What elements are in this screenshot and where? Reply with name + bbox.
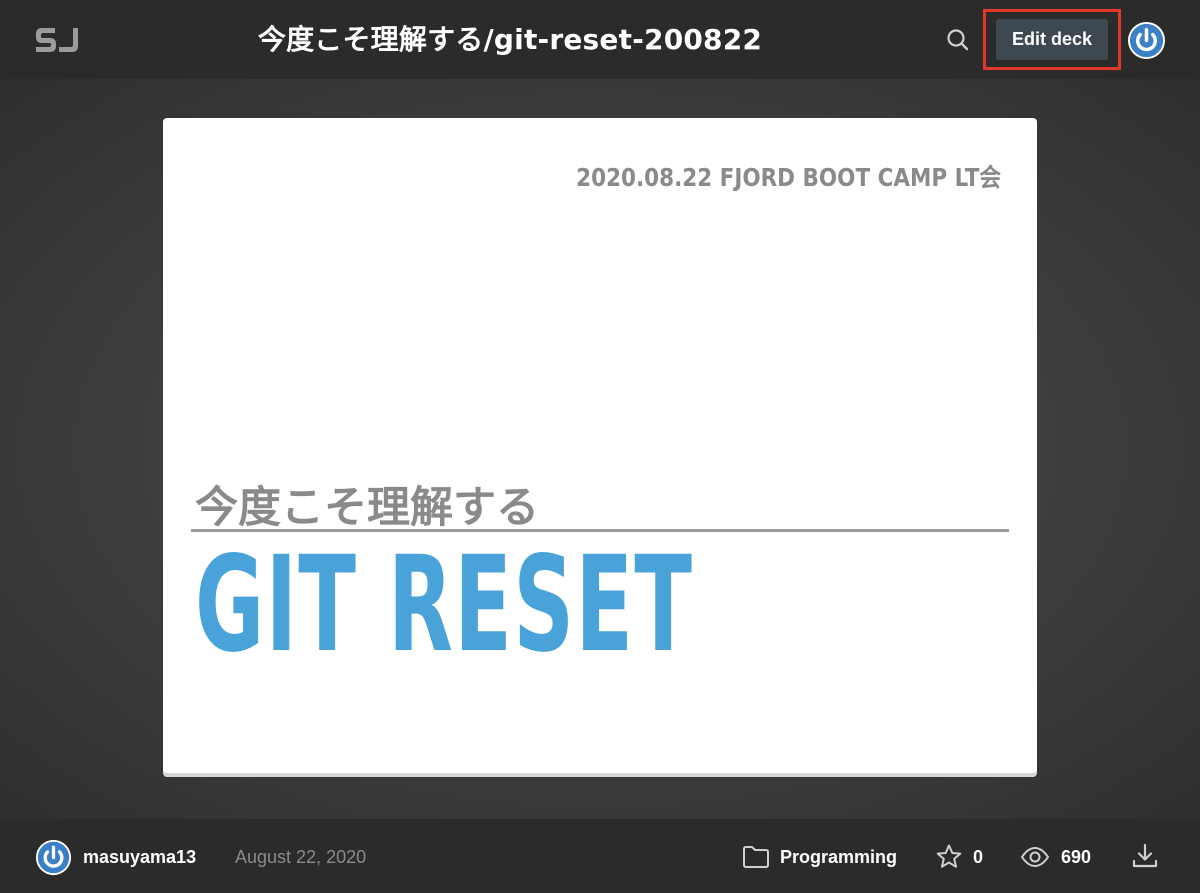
published-date: August 22, 2020 xyxy=(235,847,367,867)
user-avatar-power-icon[interactable] xyxy=(1127,21,1166,60)
view-count: 690 xyxy=(1061,847,1092,867)
edit-deck-button[interactable]: Edit deck xyxy=(996,19,1108,60)
top-bar: 今度こそ理解する/git-reset-200822 Edit deck xyxy=(0,0,1200,79)
star-icon xyxy=(936,844,962,868)
star-count: 0 xyxy=(973,847,984,867)
edit-deck-highlight: Edit deck xyxy=(983,9,1121,70)
download-icon[interactable] xyxy=(1131,842,1159,870)
eye-icon xyxy=(1020,846,1050,868)
slide-main-title: GIT RESET xyxy=(195,528,694,682)
slide-event-line: 2020.08.22 FJORD BOOT CAMP LT会 xyxy=(576,163,1001,192)
folder-icon xyxy=(743,846,769,868)
bottom-bar: masuyama13 August 22, 2020 Programming 0… xyxy=(0,819,1200,893)
deck-title: 今度こそ理解する/git-reset-200822 xyxy=(257,23,763,56)
slide-preview[interactable]: 2020.08.22 FJORD BOOT CAMP LT会 今度こそ理解する … xyxy=(163,118,1037,773)
search-icon[interactable] xyxy=(945,27,971,53)
category-label: Programming xyxy=(780,847,898,867)
author-avatar-power-icon[interactable] xyxy=(35,839,72,876)
slide-subtitle: 今度こそ理解する xyxy=(195,483,539,533)
speakerdeck-logo-icon[interactable] xyxy=(33,25,81,55)
slide-stage: 2020.08.22 FJORD BOOT CAMP LT会 今度こそ理解する … xyxy=(0,79,1200,819)
author-username[interactable]: masuyama13 xyxy=(83,819,196,893)
